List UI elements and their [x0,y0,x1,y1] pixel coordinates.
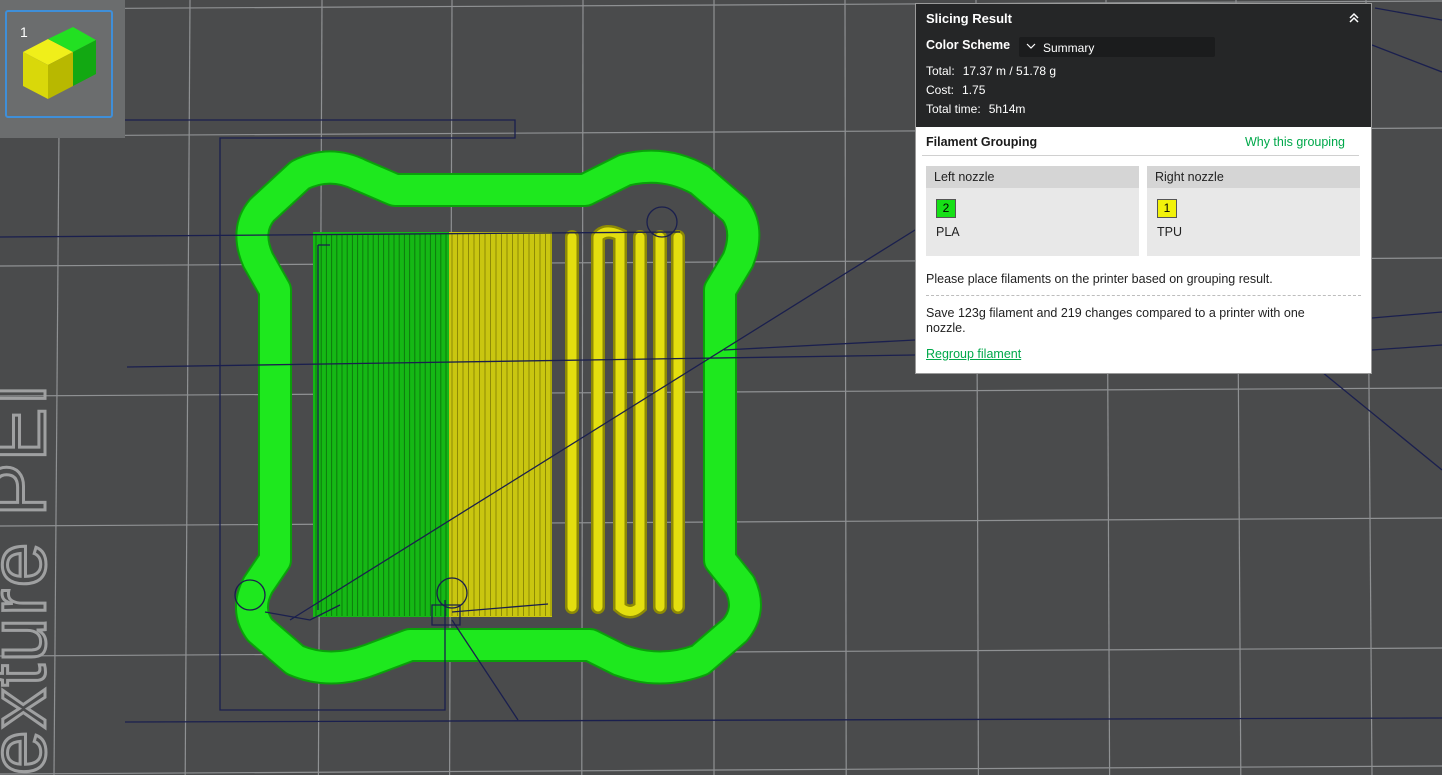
tpu-infill [449,232,552,617]
left-nozzle-card: Left nozzle 2 PLA [926,166,1139,256]
slicing-result-title: Slicing Result [926,11,1012,26]
bed-watermark-text: exture PEI [0,381,62,775]
divider [922,155,1359,156]
savings-text: Save 123g filament and 219 changes compa… [926,306,1305,335]
right-nozzle-material: TPU [1157,225,1182,239]
right-nozzle-slot-chip[interactable]: 1 [1157,199,1177,218]
pla-infill [313,232,451,617]
cost-label: Cost: [926,83,955,97]
left-nozzle-slot-chip[interactable]: 2 [936,199,956,218]
time-stat: Total time: 5h14m [926,102,1025,116]
cost-stat: Cost: 1.75 [926,83,985,97]
right-nozzle-card: Right nozzle 1 TPU [1147,166,1360,256]
plate-thumbnail[interactable]: 1 [0,0,125,138]
time-label: Total time: [926,102,981,116]
dashed-divider [926,295,1361,296]
slicing-result-panel: Slicing Result Color Scheme Summary Tota… [915,3,1372,374]
time-value: 5h14m [988,102,1026,116]
total-value: 17.37 m / 51.78 g [962,64,1057,78]
chevron-down-icon [1026,43,1036,49]
cost-value: 1.75 [962,83,986,97]
cube-icon [23,27,96,99]
total-label: Total: [926,64,955,78]
right-nozzle-label: Right nozzle [1147,166,1360,188]
filament-grouping-title: Filament Grouping [926,135,1038,149]
left-nozzle-material: PLA [936,225,960,239]
why-grouping-link[interactable]: Why this grouping [1245,135,1345,149]
slicing-result-header: Slicing Result Color Scheme Summary Tota… [916,4,1371,127]
color-scheme-value: Summary [1043,41,1095,55]
left-nozzle-label: Left nozzle [926,166,1139,188]
regroup-filament-link[interactable]: Regroup filament [926,347,1021,361]
color-scheme-dropdown[interactable]: Summary [1019,37,1215,57]
total-stat: Total: 17.37 m / 51.78 g [926,64,1056,78]
chevron-double-up-icon[interactable] [1347,11,1361,25]
color-scheme-label: Color Scheme [926,38,1011,52]
placement-instruction-text: Please place filaments on the printer ba… [926,272,1273,286]
